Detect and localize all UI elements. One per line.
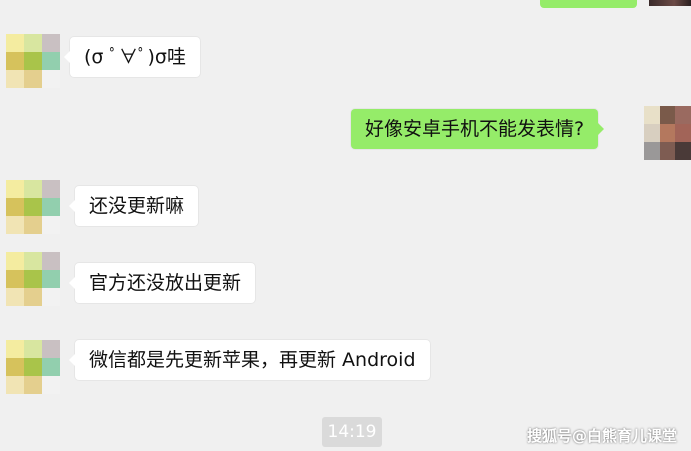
contact-avatar[interactable] [6, 340, 60, 394]
avatar-pixel [42, 52, 60, 70]
contact-avatar[interactable] [6, 252, 60, 306]
avatar-pixel [675, 142, 691, 160]
avatar-pixel [6, 288, 24, 306]
message-bubble[interactable]: 还没更新嘛 [68, 186, 199, 226]
avatar-pixel [24, 70, 42, 88]
avatar-pixel [644, 106, 660, 124]
avatar-pixel [6, 34, 24, 52]
avatar-pixel [659, 142, 676, 160]
avatar-pixel [6, 180, 24, 198]
contact-avatar[interactable] [6, 180, 60, 234]
avatar-pixel [42, 198, 60, 216]
watermark: 搜狐号@白熊育儿课堂 [526, 427, 677, 445]
avatar-pixel [24, 340, 42, 358]
avatar-pixel [659, 106, 676, 124]
avatar-pixel [42, 376, 60, 394]
message-bubble[interactable]: (σ ﾟ∀ﾟ)σ哇 [64, 37, 200, 77]
avatar-pixel [6, 52, 24, 70]
avatar-pixel [6, 198, 24, 216]
avatar-pixel [42, 358, 60, 376]
avatar-pixel [42, 270, 60, 288]
avatar-pixel [42, 70, 60, 88]
message-bubble[interactable]: 官方还没放出更新 [68, 263, 256, 303]
avatar-pixel [24, 34, 42, 52]
avatar-pixel [24, 180, 42, 198]
avatar-pixel [24, 216, 42, 234]
avatar-pixel [24, 252, 42, 270]
avatar-pixel [42, 34, 60, 52]
timestamp-badge: 14:19 [322, 417, 382, 447]
message-bubble-outgoing[interactable]: 好像安卓手机不能发表情? [351, 109, 605, 149]
avatar-pixel [644, 142, 660, 160]
avatar-pixel [42, 288, 60, 306]
avatar-pixel [42, 216, 60, 234]
avatar-pixel [42, 180, 60, 198]
avatar-pixel [6, 70, 24, 88]
avatar-pixel [675, 124, 691, 142]
contact-avatar[interactable] [6, 34, 60, 88]
avatar-pixel [6, 252, 24, 270]
message-bubble[interactable]: 微信都是先更新苹果，再更新 Android [69, 340, 430, 380]
avatar-pixel [6, 376, 24, 394]
avatar-pixel [6, 216, 24, 234]
avatar-pixel [659, 124, 676, 142]
avatar-pixel [24, 376, 42, 394]
avatar-pixel [6, 340, 24, 358]
avatar-pixel [24, 52, 42, 70]
avatar-pixel [644, 124, 660, 142]
avatar-pixel [42, 252, 60, 270]
avatar-pixel [24, 358, 42, 376]
previous-message-bubble [540, 0, 637, 8]
avatar-pixel [6, 270, 24, 288]
avatar-pixel [42, 340, 60, 358]
avatar-pixel [24, 288, 42, 306]
self-avatar[interactable] [644, 106, 691, 160]
avatar-pixel [6, 358, 24, 376]
avatar-pixel [24, 198, 42, 216]
self-avatar-top [649, 0, 691, 6]
avatar-pixel [24, 270, 42, 288]
avatar-pixel [675, 106, 691, 124]
